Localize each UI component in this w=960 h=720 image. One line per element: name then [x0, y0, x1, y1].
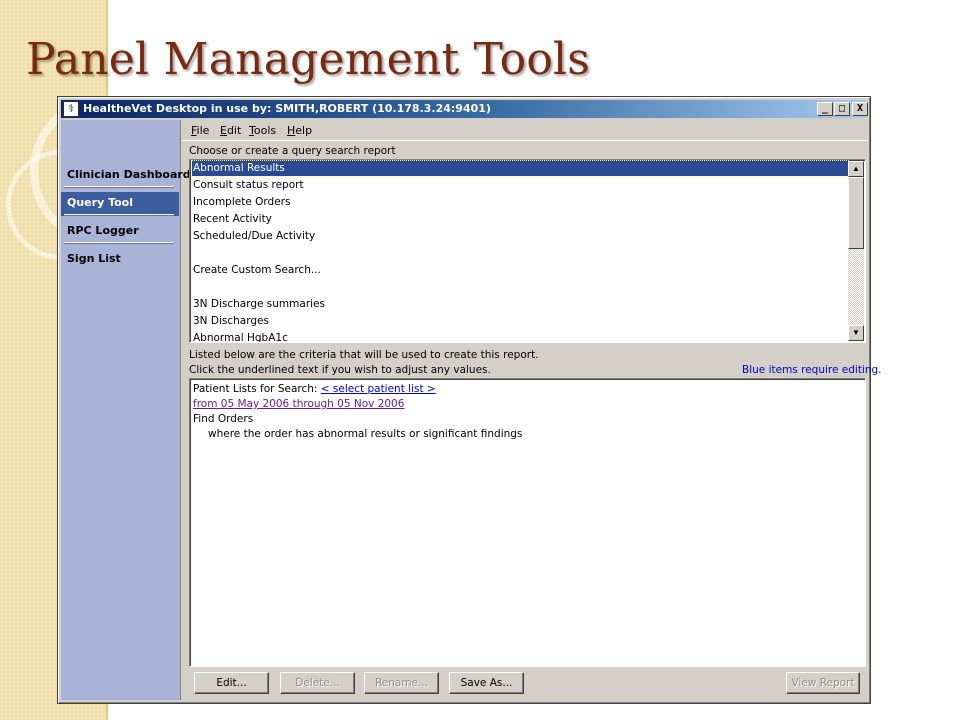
view-report-button[interactable]: View Report: [786, 672, 860, 694]
scroll-up-arrow-icon[interactable]: ▲: [848, 161, 864, 177]
edit-button[interactable]: Edit...: [194, 672, 269, 694]
delete-button[interactable]: Delete...: [280, 672, 355, 694]
minimize-button[interactable]: _: [817, 102, 833, 116]
list-item[interactable]: Recent Activity: [192, 212, 848, 227]
query-report-list[interactable]: Abnormal Results Consult status report I…: [189, 159, 866, 343]
criteria-condition-text: where the order has abnormal results or …: [208, 428, 523, 440]
sidebar-item-label: RPC Logger: [67, 224, 139, 237]
scrollbar-thumb[interactable]: [848, 177, 864, 249]
list-item[interactable]: Consult status report: [192, 178, 848, 193]
sidebar: Clinician Dashboard Query Tool RPC Logge…: [61, 120, 191, 700]
list-item[interactable]: [192, 246, 848, 261]
menu-tools[interactable]: Tools: [249, 124, 276, 137]
sidebar-item-query-tool[interactable]: Query Tool: [61, 192, 179, 216]
list-item[interactable]: Incomplete Orders: [192, 195, 848, 210]
blue-items-note: Blue items require editing.: [742, 364, 882, 376]
query-list-heading: Choose or create a query search report: [189, 145, 396, 157]
list-item[interactable]: 3N Discharges: [192, 314, 848, 329]
title-bar[interactable]: ⚕ HealtheVet Desktop in use by: SMITH,RO…: [61, 100, 868, 118]
patient-lists-label: Patient Lists for Search:: [193, 383, 321, 395]
sidebar-item-sign-list[interactable]: Sign List: [61, 248, 179, 272]
menu-edit[interactable]: Edit: [220, 124, 241, 137]
sidebar-item-label: Query Tool: [67, 196, 133, 209]
criteria-hint: Click the underlined text if you wish to…: [189, 364, 491, 376]
menu-file[interactable]: File: [191, 124, 209, 137]
sidebar-item-divider: [64, 186, 174, 188]
patient-lists-row: Patient Lists for Search: < select patie…: [193, 383, 436, 395]
list-item[interactable]: [192, 280, 848, 295]
list-item[interactable]: 3N Discharge summaries: [192, 297, 848, 312]
list-item[interactable]: Abnormal HgbA1c: [192, 331, 848, 342]
select-patient-list-link[interactable]: < select patient list >: [321, 383, 436, 395]
sidebar-item-divider: [64, 214, 174, 216]
sidebar-item-rpc-logger[interactable]: RPC Logger: [61, 220, 179, 244]
app-window: ⚕ HealtheVet Desktop in use by: SMITH,RO…: [57, 96, 882, 704]
list-item[interactable]: Abnormal Results: [191, 160, 849, 177]
app-logo-icon: ⚕: [63, 101, 79, 117]
menu-separator: [182, 140, 868, 141]
scroll-down-arrow-icon[interactable]: ▼: [848, 325, 864, 341]
date-range-link[interactable]: from 05 May 2006 through 05 Nov 2006: [193, 398, 404, 410]
sidebar-item-divider: [64, 242, 174, 244]
maximize-button[interactable]: □: [834, 102, 850, 116]
sidebar-item-clinician-dashboard[interactable]: Clinician Dashboard: [61, 164, 191, 188]
close-button[interactable]: X: [852, 102, 868, 116]
rename-button[interactable]: Rename...: [364, 672, 439, 694]
criteria-panel: Patient Lists for Search: < select patie…: [189, 378, 866, 667]
sidebar-item-label: Clinician Dashboard: [67, 168, 191, 181]
list-item[interactable]: Create Custom Search...: [192, 263, 848, 278]
find-orders-text: Find Orders: [193, 413, 254, 425]
list-item[interactable]: Scheduled/Due Activity: [192, 229, 848, 244]
window-title: HealtheVet Desktop in use by: SMITH,ROBE…: [83, 102, 491, 115]
criteria-instructions: Listed below are the criteria that will …: [189, 349, 539, 361]
slide-title: Panel Management Tools: [26, 34, 591, 85]
menu-help[interactable]: Help: [287, 124, 312, 137]
save-as-button[interactable]: Save As...: [449, 672, 524, 694]
sidebar-item-label: Sign List: [67, 252, 121, 265]
list-scrollbar[interactable]: ▲ ▼: [848, 161, 864, 341]
